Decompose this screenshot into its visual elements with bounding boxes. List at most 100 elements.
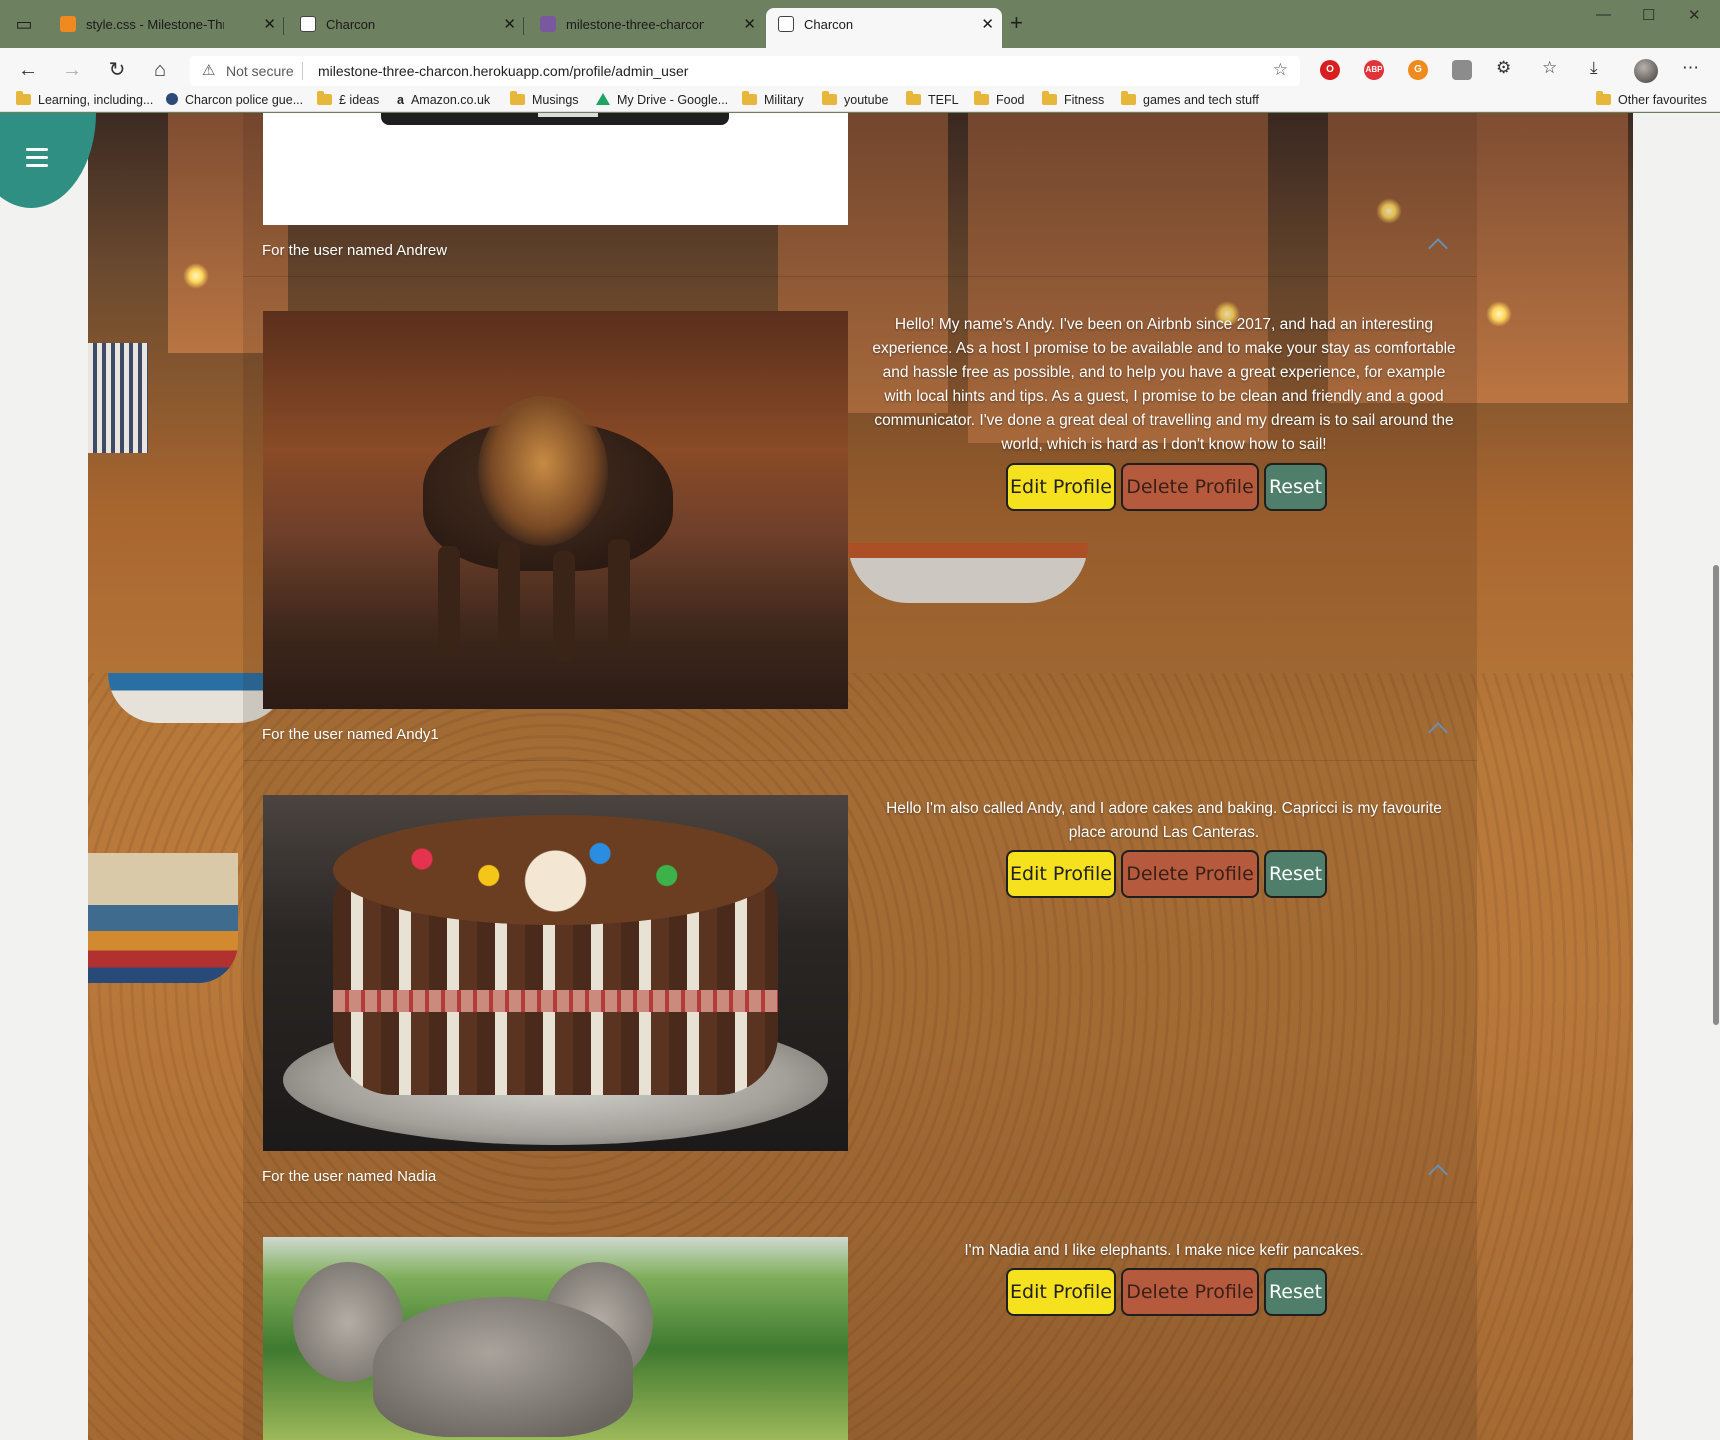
street-light (1486, 301, 1512, 327)
user-header-label: For the user named Nadia (262, 1168, 437, 1185)
user-header-nadia[interactable]: For the user named Nadia (243, 1151, 1477, 1203)
close-tab-icon[interactable]: ✕ (263, 8, 276, 42)
minimize-icon[interactable]: — (1596, 6, 1611, 23)
favourites-icon[interactable]: ☆ (1542, 58, 1557, 78)
gitpod-icon (60, 16, 76, 32)
drive-icon (596, 93, 610, 105)
gitpod-extension-icon[interactable]: G (1408, 60, 1428, 80)
reset-button[interactable]: Reset (1264, 463, 1327, 511)
profile-bio: Hello! My name's Andy. I've been on Airb… (872, 316, 1456, 453)
adblock-extension-icon[interactable]: ABP (1364, 60, 1384, 80)
bookmark-food[interactable]: Food (974, 91, 1025, 107)
bookmark-fitness[interactable]: Fitness (1042, 91, 1104, 107)
address-bar[interactable]: ⚠ Not secure milestone-three-charcon.her… (190, 56, 1300, 86)
tab-bar: ▭ style.css - Milestone-Three - Gitp ✕ C… (0, 0, 1720, 48)
reload-icon[interactable]: ↻ (103, 56, 131, 84)
lion-photo (263, 311, 848, 709)
edit-profile-button[interactable]: Edit Profile (1006, 850, 1116, 898)
folder-icon (1042, 91, 1057, 105)
warning-icon: ⚠ (202, 62, 216, 79)
beach-hut (88, 343, 148, 453)
add-favourite-icon[interactable]: ☆ (1273, 60, 1288, 80)
bookmark-musings[interactable]: Musings (510, 91, 579, 107)
tab-charcon[interactable]: Charcon ✕ (288, 8, 524, 48)
folder-icon (16, 91, 31, 105)
tab-actions-icon[interactable]: ▭ (8, 10, 40, 38)
chevron-up-icon[interactable] (1428, 238, 1448, 258)
folder-icon (1596, 91, 1611, 105)
previous-profile-card (263, 113, 848, 225)
bookmark-youtube[interactable]: youtube (822, 91, 888, 107)
reset-button[interactable]: Reset (1264, 850, 1327, 898)
back-icon[interactable]: ← (14, 56, 42, 84)
folder-icon (510, 91, 525, 105)
page-icon (300, 16, 316, 32)
collections-icon[interactable] (1452, 60, 1472, 80)
user-header-andy1[interactable]: For the user named Andy1 (243, 709, 1477, 761)
downloads-icon[interactable]: ⤓ (1590, 58, 1598, 78)
close-tab-icon[interactable]: ✕ (981, 8, 994, 42)
hamburger-icon[interactable] (26, 148, 48, 167)
street-light (183, 263, 209, 289)
maximize-icon[interactable]: ☐ (1642, 6, 1655, 24)
bookmark-charcon-police[interactable]: Charcon police gue... (166, 93, 303, 107)
bookmark-ideas[interactable]: £ ideas (317, 91, 379, 107)
user-header-label: For the user named Andy1 (262, 726, 439, 743)
amazon-icon: a (397, 93, 404, 107)
edit-profile-button[interactable]: Edit Profile (1006, 1268, 1116, 1316)
delete-profile-button[interactable]: Delete Profile (1121, 1268, 1259, 1316)
home-icon[interactable]: ⌂ (146, 56, 174, 84)
close-window-icon[interactable]: ✕ (1688, 6, 1701, 24)
heroku-icon (540, 16, 556, 32)
delete-profile-button[interactable]: Delete Profile (1121, 463, 1259, 511)
delete-profile-button[interactable]: Delete Profile (1121, 850, 1259, 898)
new-tab-icon[interactable]: + (1010, 10, 1023, 36)
user-header-label: For the user named Andrew (262, 242, 448, 259)
edit-profile-button[interactable]: Edit Profile (1006, 463, 1116, 511)
elephant-photo (263, 1237, 848, 1440)
profile-bio: I'm Nadia and I like elephants. I make n… (964, 1242, 1364, 1259)
chevron-up-icon[interactable] (1428, 722, 1448, 742)
globe-icon (166, 93, 178, 105)
tab-heroku[interactable]: milestone-three-charcon · Activit ✕ (528, 8, 764, 48)
close-tab-icon[interactable]: ✕ (743, 8, 756, 42)
chevron-up-icon[interactable] (1428, 1164, 1448, 1184)
folder-icon (974, 91, 989, 105)
boat (88, 853, 238, 983)
scrollbar-thumb[interactable] (1713, 565, 1719, 1025)
more-icon[interactable]: ⋯ (1682, 58, 1699, 78)
reset-button[interactable]: Reset (1264, 1268, 1327, 1316)
folder-icon (742, 91, 757, 105)
page-margin-right (1633, 113, 1720, 1440)
profile-bio: Hello I'm also called Andy, and I adore … (886, 800, 1442, 841)
folder-icon (1121, 91, 1136, 105)
folder-icon (317, 91, 332, 105)
opera-extension-icon[interactable]: O (1320, 60, 1340, 80)
extensions-icon[interactable]: ⚙ (1496, 58, 1511, 78)
bookmark-learning[interactable]: Learning, including... (16, 91, 153, 107)
bookmark-tefl[interactable]: TEFL (906, 91, 959, 107)
forward-icon[interactable]: → (58, 56, 86, 84)
folder-icon (906, 91, 921, 105)
url-text[interactable]: milestone-three-charcon.herokuapp.com/pr… (318, 63, 688, 79)
folder-icon (822, 91, 837, 105)
bookmark-other-favourites[interactable]: Other favourites (1596, 91, 1707, 107)
page-viewport: For the user named Andrew Hello! My name… (0, 113, 1720, 1440)
tab-charcon-active[interactable]: Charcon ✕ (766, 8, 1002, 48)
page-icon (778, 16, 794, 32)
bookmark-my-drive[interactable]: My Drive - Google... (596, 93, 728, 107)
security-label: Not secure (226, 63, 294, 79)
bookmarks-bar: Learning, including... Charcon police gu… (0, 91, 1720, 112)
browser-toolbar: ← → ↻ ⌂ ⚠ Not secure milestone-three-cha… (0, 48, 1720, 92)
bookmark-military[interactable]: Military (742, 91, 804, 107)
divider (302, 62, 303, 80)
page-margin (0, 113, 88, 1440)
bookmark-games[interactable]: games and tech stuff (1121, 91, 1259, 107)
profile-avatar[interactable] (1634, 59, 1658, 83)
previous-profile-image-bottom (381, 113, 729, 125)
bookmark-amazon[interactable]: a Amazon.co.uk (397, 93, 490, 107)
cake-photo (263, 795, 848, 1151)
close-tab-icon[interactable]: ✕ (503, 8, 516, 42)
user-header-andrew[interactable]: For the user named Andrew (243, 225, 1477, 277)
tab-gitpod[interactable]: style.css - Milestone-Three - Gitp ✕ (48, 8, 284, 48)
